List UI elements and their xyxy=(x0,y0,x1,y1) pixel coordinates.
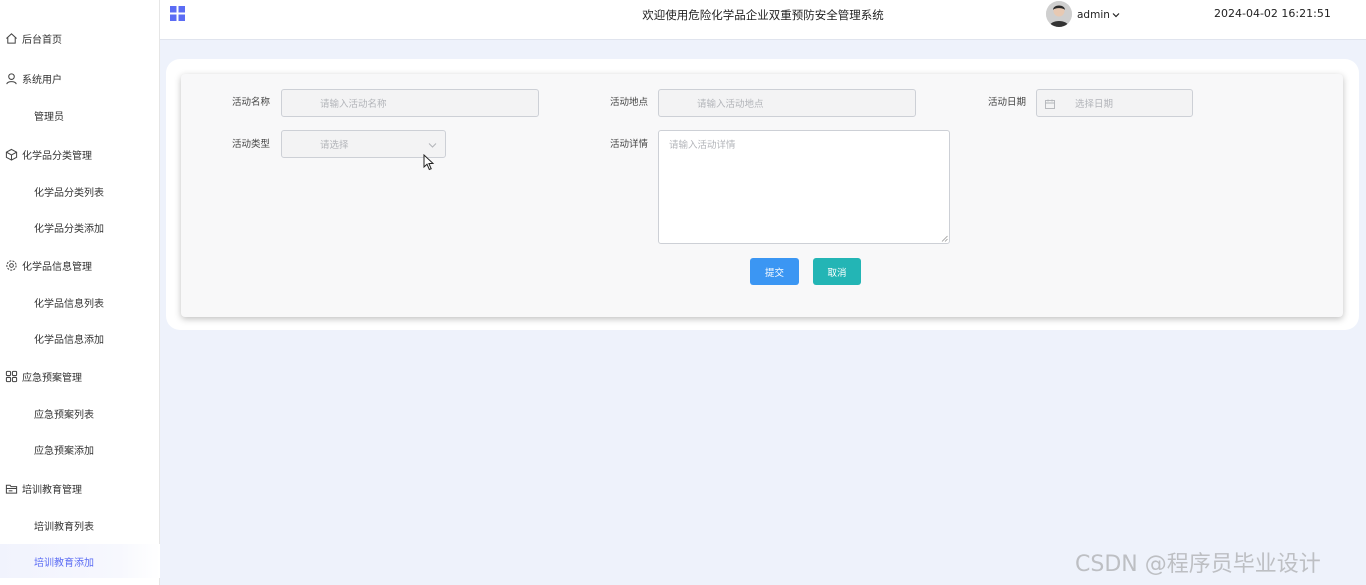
activity-type-placeholder: 请选择 xyxy=(320,140,349,151)
sidebar-item-chem-category-list[interactable]: 化学品分类列表 xyxy=(0,177,160,205)
chevron-down-icon xyxy=(428,143,437,148)
sidebar-item-label: 管理员 xyxy=(34,111,64,123)
activity-detail-placeholder: 请输入活动详情 xyxy=(669,140,736,151)
sidebar-item-system-users[interactable]: 系统用户 xyxy=(0,64,160,92)
sidebar-item-label: 系统用户 xyxy=(22,74,62,86)
sidebar-item-chem-info-list[interactable]: 化学品信息列表 xyxy=(0,288,160,316)
sidebar-item-label: 化学品信息添加 xyxy=(34,334,104,346)
sidebar-item-chem-info[interactable]: 化学品信息管理 xyxy=(0,251,160,279)
chevron-down-icon xyxy=(1112,13,1120,18)
sidebar-item-label: 应急预案管理 xyxy=(22,372,82,384)
gear-icon xyxy=(4,258,18,272)
sidebar: 后台首页 系统用户 管理员 化学品分类管理 化学品分类列表 化学品分类添加 化学… xyxy=(0,0,160,585)
sidebar-item-label: 化学品分类添加 xyxy=(34,223,104,235)
cancel-button[interactable]: 取消 xyxy=(813,258,861,285)
activity-date-picker[interactable]: 选择日期 xyxy=(1036,89,1193,117)
home-icon xyxy=(4,31,18,45)
sidebar-item-label: 应急预案添加 xyxy=(34,445,94,457)
watermark: CSDN @程序员毕业设计 xyxy=(1075,552,1321,577)
activity-location-label: 活动地点 xyxy=(610,97,649,108)
datetime-display: 2024-04-02 16:21:51 xyxy=(1214,7,1331,20)
activity-date-label: 活动日期 xyxy=(988,97,1027,108)
sidebar-item-training-add[interactable]: 培训教育添加 xyxy=(0,544,160,578)
sidebar-item-label: 化学品信息管理 xyxy=(22,261,92,273)
sidebar-item-label: 化学品分类列表 xyxy=(34,187,104,199)
calendar-icon xyxy=(1045,99,1055,109)
user-menu[interactable]: admin xyxy=(1077,9,1120,21)
sidebar-item-training-list[interactable]: 培训教育列表 xyxy=(0,511,160,539)
sidebar-item-label: 后台首页 xyxy=(22,34,62,46)
sidebar-item-emergency-plan-list[interactable]: 应急预案列表 xyxy=(0,399,160,427)
sidebar-item-label: 培训教育添加 xyxy=(34,557,94,569)
apps-icon xyxy=(4,369,18,383)
top-header: 欢迎使用危险化学品企业双重预防安全管理系统 admin 2024-04-02 1… xyxy=(160,0,1366,40)
activity-name-label: 活动名称 xyxy=(232,97,271,108)
activity-detail-textarea[interactable]: 请输入活动详情 xyxy=(658,130,950,244)
sidebar-item-home[interactable]: 后台首页 xyxy=(0,24,160,52)
activity-detail-label: 活动详情 xyxy=(610,139,649,150)
page-title: 欢迎使用危险化学品企业双重预防安全管理系统 xyxy=(642,8,884,22)
activity-type-label: 活动类型 xyxy=(232,139,271,150)
sidebar-item-label: 培训教育列表 xyxy=(34,521,94,533)
sidebar-item-training[interactable]: 培训教育管理 xyxy=(0,474,160,502)
user-icon xyxy=(4,71,18,85)
activity-date-placeholder: 选择日期 xyxy=(1075,99,1114,110)
sidebar-item-label: 培训教育管理 xyxy=(22,484,82,496)
activity-location-input[interactable]: 请输入活动地点 xyxy=(658,89,916,117)
mouse-cursor-icon xyxy=(423,154,435,171)
sidebar-item-chem-category-add[interactable]: 化学品分类添加 xyxy=(0,213,160,241)
sidebar-item-emergency-plan[interactable]: 应急预案管理 xyxy=(0,362,160,390)
activity-name-placeholder: 请输入活动名称 xyxy=(320,99,387,110)
sidebar-item-chem-category[interactable]: 化学品分类管理 xyxy=(0,140,160,168)
sidebar-item-label: 应急预案列表 xyxy=(34,409,94,421)
resize-grip-icon[interactable] xyxy=(941,235,948,242)
activity-name-input[interactable]: 请输入活动名称 xyxy=(281,89,539,117)
sidebar-item-emergency-plan-add[interactable]: 应急预案添加 xyxy=(0,435,160,463)
sidebar-item-label: 化学品分类管理 xyxy=(22,150,92,162)
submit-button[interactable]: 提交 xyxy=(750,258,799,285)
sidebar-item-chem-info-add[interactable]: 化学品信息添加 xyxy=(0,324,160,352)
avatar[interactable] xyxy=(1046,1,1072,27)
folder-icon xyxy=(4,481,18,495)
sidebar-item-label: 化学品信息列表 xyxy=(34,298,104,310)
activity-type-select[interactable]: 请选择 xyxy=(281,130,446,158)
cube-icon xyxy=(4,147,18,161)
sidebar-item-admin[interactable]: 管理员 xyxy=(0,101,160,129)
activity-location-placeholder: 请输入活动地点 xyxy=(697,99,764,110)
username-label: admin xyxy=(1077,9,1110,21)
